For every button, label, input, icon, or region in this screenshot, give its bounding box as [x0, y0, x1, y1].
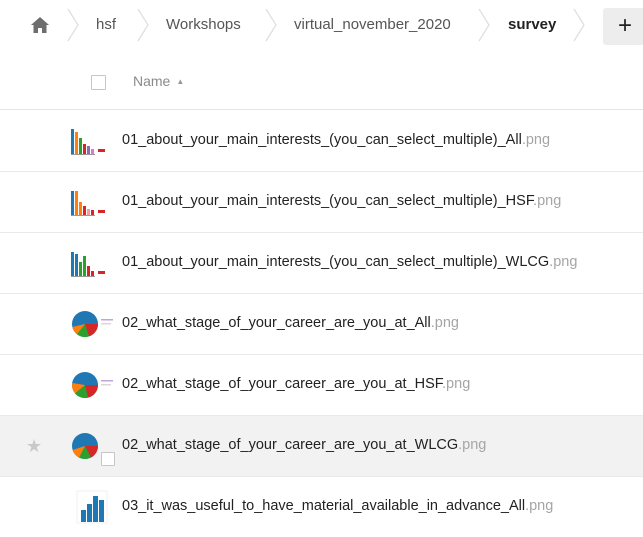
breadcrumb-item-virtual-november-2020[interactable]: virtual_november_2020	[294, 0, 451, 52]
file-name[interactable]: 01_about_your_main_interests_(you_can_se…	[122, 193, 561, 209]
pie-chart-thumbnail	[72, 311, 113, 338]
histogram-thumbnail	[76, 490, 108, 524]
breadcrumb-separator	[67, 8, 79, 42]
file-row[interactable]: 03_it_was_useful_to_have_material_availa…	[0, 477, 643, 537]
breadcrumb-item-workshops[interactable]: Workshops	[166, 0, 241, 52]
file-row[interactable]: 02_what_stage_of_your_career_are_you_at_…	[0, 294, 643, 355]
file-row[interactable]: 01_about_your_main_interests_(you_can_se…	[0, 233, 643, 294]
bar-chart-thumbnail	[71, 129, 105, 155]
new-button[interactable]: +	[603, 8, 643, 45]
file-row[interactable]: 01_about_your_main_interests_(you_can_se…	[0, 111, 643, 172]
favorite-star-icon[interactable]: ★	[26, 437, 42, 455]
file-row[interactable]: ★ 02_what_stage_of_your_career_are_you_a…	[0, 416, 643, 477]
file-name[interactable]: 02_what_stage_of_your_career_are_you_at_…	[122, 437, 486, 453]
file-name[interactable]: 02_what_stage_of_your_career_are_you_at_…	[122, 376, 470, 392]
breadcrumb-separator	[137, 8, 149, 42]
file-row[interactable]: 02_what_stage_of_your_career_are_you_at_…	[0, 355, 643, 416]
breadcrumb-item-hsf[interactable]: hsf	[96, 0, 116, 52]
name-column-label: Name	[133, 73, 171, 89]
breadcrumb-separator	[478, 8, 490, 42]
breadcrumb-item-survey[interactable]: survey	[508, 0, 556, 52]
file-name[interactable]: 01_about_your_main_interests_(you_can_se…	[122, 254, 577, 270]
breadcrumb-separator	[265, 8, 277, 42]
pie-chart-thumbnail	[72, 372, 113, 398]
file-name[interactable]: 03_it_was_useful_to_have_material_availa…	[122, 498, 553, 514]
file-name[interactable]: 02_what_stage_of_your_career_are_you_at_…	[122, 315, 459, 331]
file-name[interactable]: 01_about_your_main_interests_(you_can_se…	[122, 132, 550, 148]
file-list-header: Name ▲	[0, 55, 643, 110]
bar-chart-thumbnail	[71, 191, 105, 216]
home-icon[interactable]	[30, 15, 50, 35]
sort-ascending-icon: ▲	[176, 77, 185, 86]
select-all-checkbox[interactable]	[91, 75, 106, 90]
file-row[interactable]: 01_about_your_main_interests_(you_can_se…	[0, 172, 643, 233]
breadcrumb-separator	[573, 8, 585, 42]
name-column-header[interactable]: Name ▲	[133, 73, 184, 89]
breadcrumb: hsf Workshops virtual_november_2020 surv…	[0, 0, 643, 52]
row-select-checkbox[interactable]	[101, 452, 115, 466]
bar-chart-thumbnail	[71, 252, 105, 277]
